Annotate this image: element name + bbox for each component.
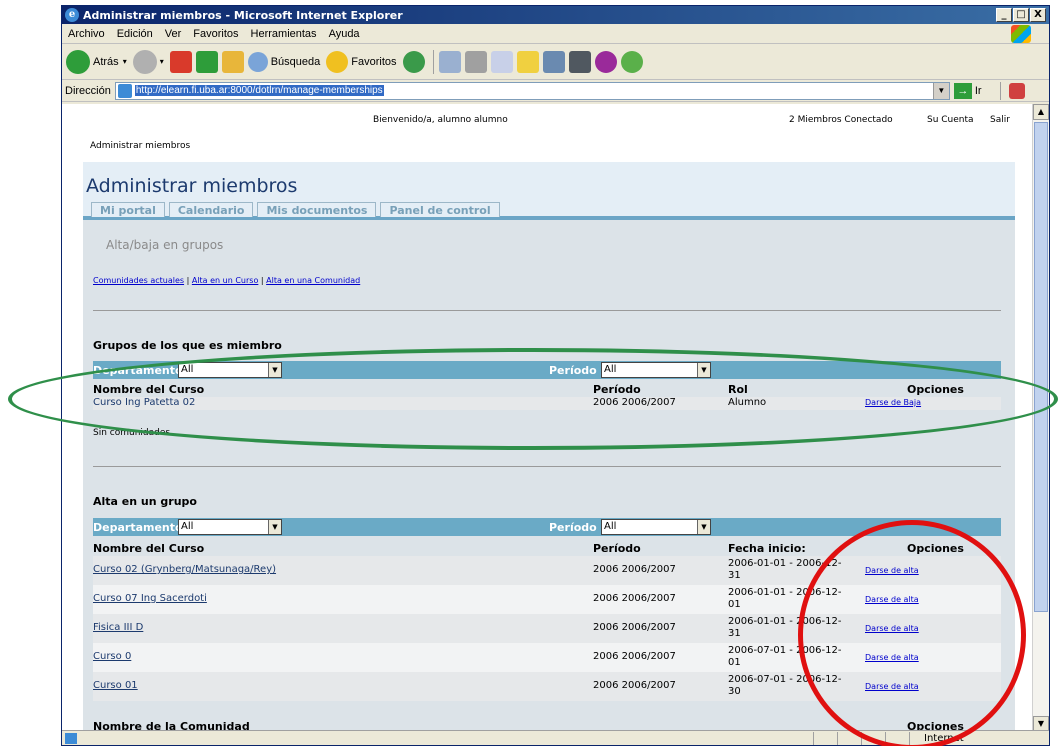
course-link[interactable]: Fisica III D bbox=[93, 622, 143, 633]
page-icon bbox=[117, 83, 132, 98]
maximize-button[interactable]: □ bbox=[1013, 8, 1029, 22]
go-arrow-icon: → bbox=[953, 82, 972, 99]
vertical-scrollbar[interactable]: ▲ ▼ bbox=[1032, 104, 1049, 732]
green-annotation-ellipse bbox=[8, 348, 1058, 450]
member-groups-title: Grupos de los que es miembro bbox=[93, 339, 282, 352]
go-button[interactable]: → Ir bbox=[953, 82, 982, 99]
toolbar: Atrás ▾ ▾ Búsqueda Favoritos bbox=[62, 44, 1049, 80]
status-cell bbox=[813, 731, 837, 745]
mail-icon[interactable] bbox=[438, 50, 461, 73]
research-icon[interactable] bbox=[542, 50, 565, 73]
title-bar: e Administrar miembros - Microsoft Inter… bbox=[62, 6, 1049, 24]
course-link[interactable]: Curso 07 Ing Sacerdoti bbox=[93, 593, 207, 604]
msn-icon[interactable] bbox=[620, 50, 643, 73]
page-title: Administrar miembros bbox=[86, 175, 298, 197]
address-input[interactable]: http://elearn.fi.uba.ar:8000/dotlrn/mana… bbox=[114, 81, 950, 100]
word-icon[interactable] bbox=[490, 50, 513, 73]
address-url[interactable]: http://elearn.fi.uba.ar:8000/dotlrn/mana… bbox=[134, 85, 384, 96]
course-link[interactable]: Curso 01 bbox=[93, 680, 138, 691]
windows-logo-icon bbox=[1011, 25, 1031, 43]
logout-link[interactable]: Salir bbox=[990, 115, 1010, 125]
period-select[interactable]: All ▼ bbox=[601, 519, 711, 535]
links-icon[interactable] bbox=[1008, 82, 1025, 99]
forward-arrow-icon bbox=[132, 49, 157, 74]
divider bbox=[93, 466, 1001, 467]
minimize-button[interactable]: _ bbox=[996, 8, 1012, 22]
course-link[interactable]: Curso 02 (Grynberg/Matsunaga/Rey) bbox=[93, 564, 276, 575]
menu-ver[interactable]: Ver bbox=[165, 28, 182, 40]
star-icon bbox=[326, 50, 349, 73]
link-alta-curso[interactable]: Alta en un Curso bbox=[192, 276, 259, 285]
welcome-text: Bienvenido/a, alumno alumno bbox=[373, 115, 508, 125]
menu-ayuda[interactable]: Ayuda bbox=[329, 28, 360, 40]
address-dropdown-icon[interactable]: ▼ bbox=[932, 82, 949, 99]
tab-calendario[interactable]: Calendario bbox=[168, 202, 254, 217]
link-comunidades-actuales[interactable]: Comunidades actuales bbox=[93, 276, 184, 285]
back-arrow-icon bbox=[66, 49, 90, 74]
scroll-thumb[interactable] bbox=[1034, 122, 1048, 612]
menu-bar: Archivo Edición Ver Favoritos Herramient… bbox=[62, 24, 1049, 44]
address-bar: Dirección http://elearn.fi.uba.ar:8000/d… bbox=[62, 80, 1049, 102]
ie-logo-icon: e bbox=[65, 8, 79, 22]
menu-favoritos[interactable]: Favoritos bbox=[193, 28, 238, 40]
panel-header: Administrar miembros Mi portal Calendari… bbox=[83, 162, 1015, 220]
address-label: Dirección bbox=[65, 84, 111, 97]
chevron-down-icon: ▼ bbox=[268, 520, 281, 534]
yahoo-icon[interactable] bbox=[594, 50, 617, 73]
menu-edicion[interactable]: Edición bbox=[117, 28, 153, 40]
toolbar-separator bbox=[432, 49, 434, 74]
red-annotation-circle bbox=[798, 520, 1026, 746]
department-select[interactable]: All ▼ bbox=[178, 519, 282, 535]
forward-button[interactable]: ▾ bbox=[132, 49, 164, 74]
refresh-icon[interactable] bbox=[195, 50, 218, 73]
course-link[interactable]: Curso 0 bbox=[93, 651, 131, 662]
back-button[interactable]: Atrás ▾ bbox=[66, 49, 127, 74]
breadcrumb: Administrar miembros bbox=[90, 141, 191, 151]
section-subtitle: Alta/baja en grupos bbox=[106, 238, 224, 252]
tab-mis-documentos[interactable]: Mis documentos bbox=[257, 202, 377, 217]
scroll-up-icon[interactable]: ▲ bbox=[1033, 104, 1049, 120]
tab-panel-de-control[interactable]: Panel de control bbox=[380, 202, 500, 217]
top-line: Bienvenido/a, alumno alumno 2 Miembros C… bbox=[62, 104, 1033, 134]
join-groups-title: Alta en un grupo bbox=[93, 495, 197, 508]
period-label: Período bbox=[549, 521, 597, 534]
tab-bar: Mi portal Calendario Mis documentos Pane… bbox=[91, 202, 504, 217]
home-icon[interactable] bbox=[221, 50, 244, 73]
search-button[interactable]: Búsqueda bbox=[247, 51, 320, 72]
members-online[interactable]: 2 Miembros Conectado bbox=[789, 115, 893, 125]
nav-links: Comunidades actuales | Alta en un Curso … bbox=[93, 276, 361, 285]
menu-herramientas[interactable]: Herramientas bbox=[251, 28, 317, 40]
tab-mi-portal[interactable]: Mi portal bbox=[91, 202, 165, 217]
address-separator bbox=[999, 81, 1001, 100]
divider bbox=[93, 310, 1001, 311]
account-link[interactable]: Su Cuenta bbox=[927, 115, 974, 125]
search-icon bbox=[247, 51, 268, 72]
notes-icon[interactable] bbox=[516, 50, 539, 73]
department-label: Departamento: bbox=[93, 521, 187, 534]
close-button[interactable]: X bbox=[1030, 8, 1046, 22]
print-icon[interactable] bbox=[464, 50, 487, 73]
stop-icon[interactable] bbox=[169, 50, 192, 73]
favorites-button[interactable]: Favoritos bbox=[326, 50, 397, 73]
menu-archivo[interactable]: Archivo bbox=[68, 28, 105, 40]
history-icon[interactable] bbox=[402, 50, 425, 73]
messenger-icon[interactable] bbox=[568, 50, 591, 73]
page-status-icon bbox=[65, 732, 77, 744]
link-alta-comunidad[interactable]: Alta en una Comunidad bbox=[266, 276, 360, 285]
window-title: Administrar miembros - Microsoft Interne… bbox=[83, 8, 403, 22]
chevron-down-icon: ▼ bbox=[697, 520, 710, 534]
